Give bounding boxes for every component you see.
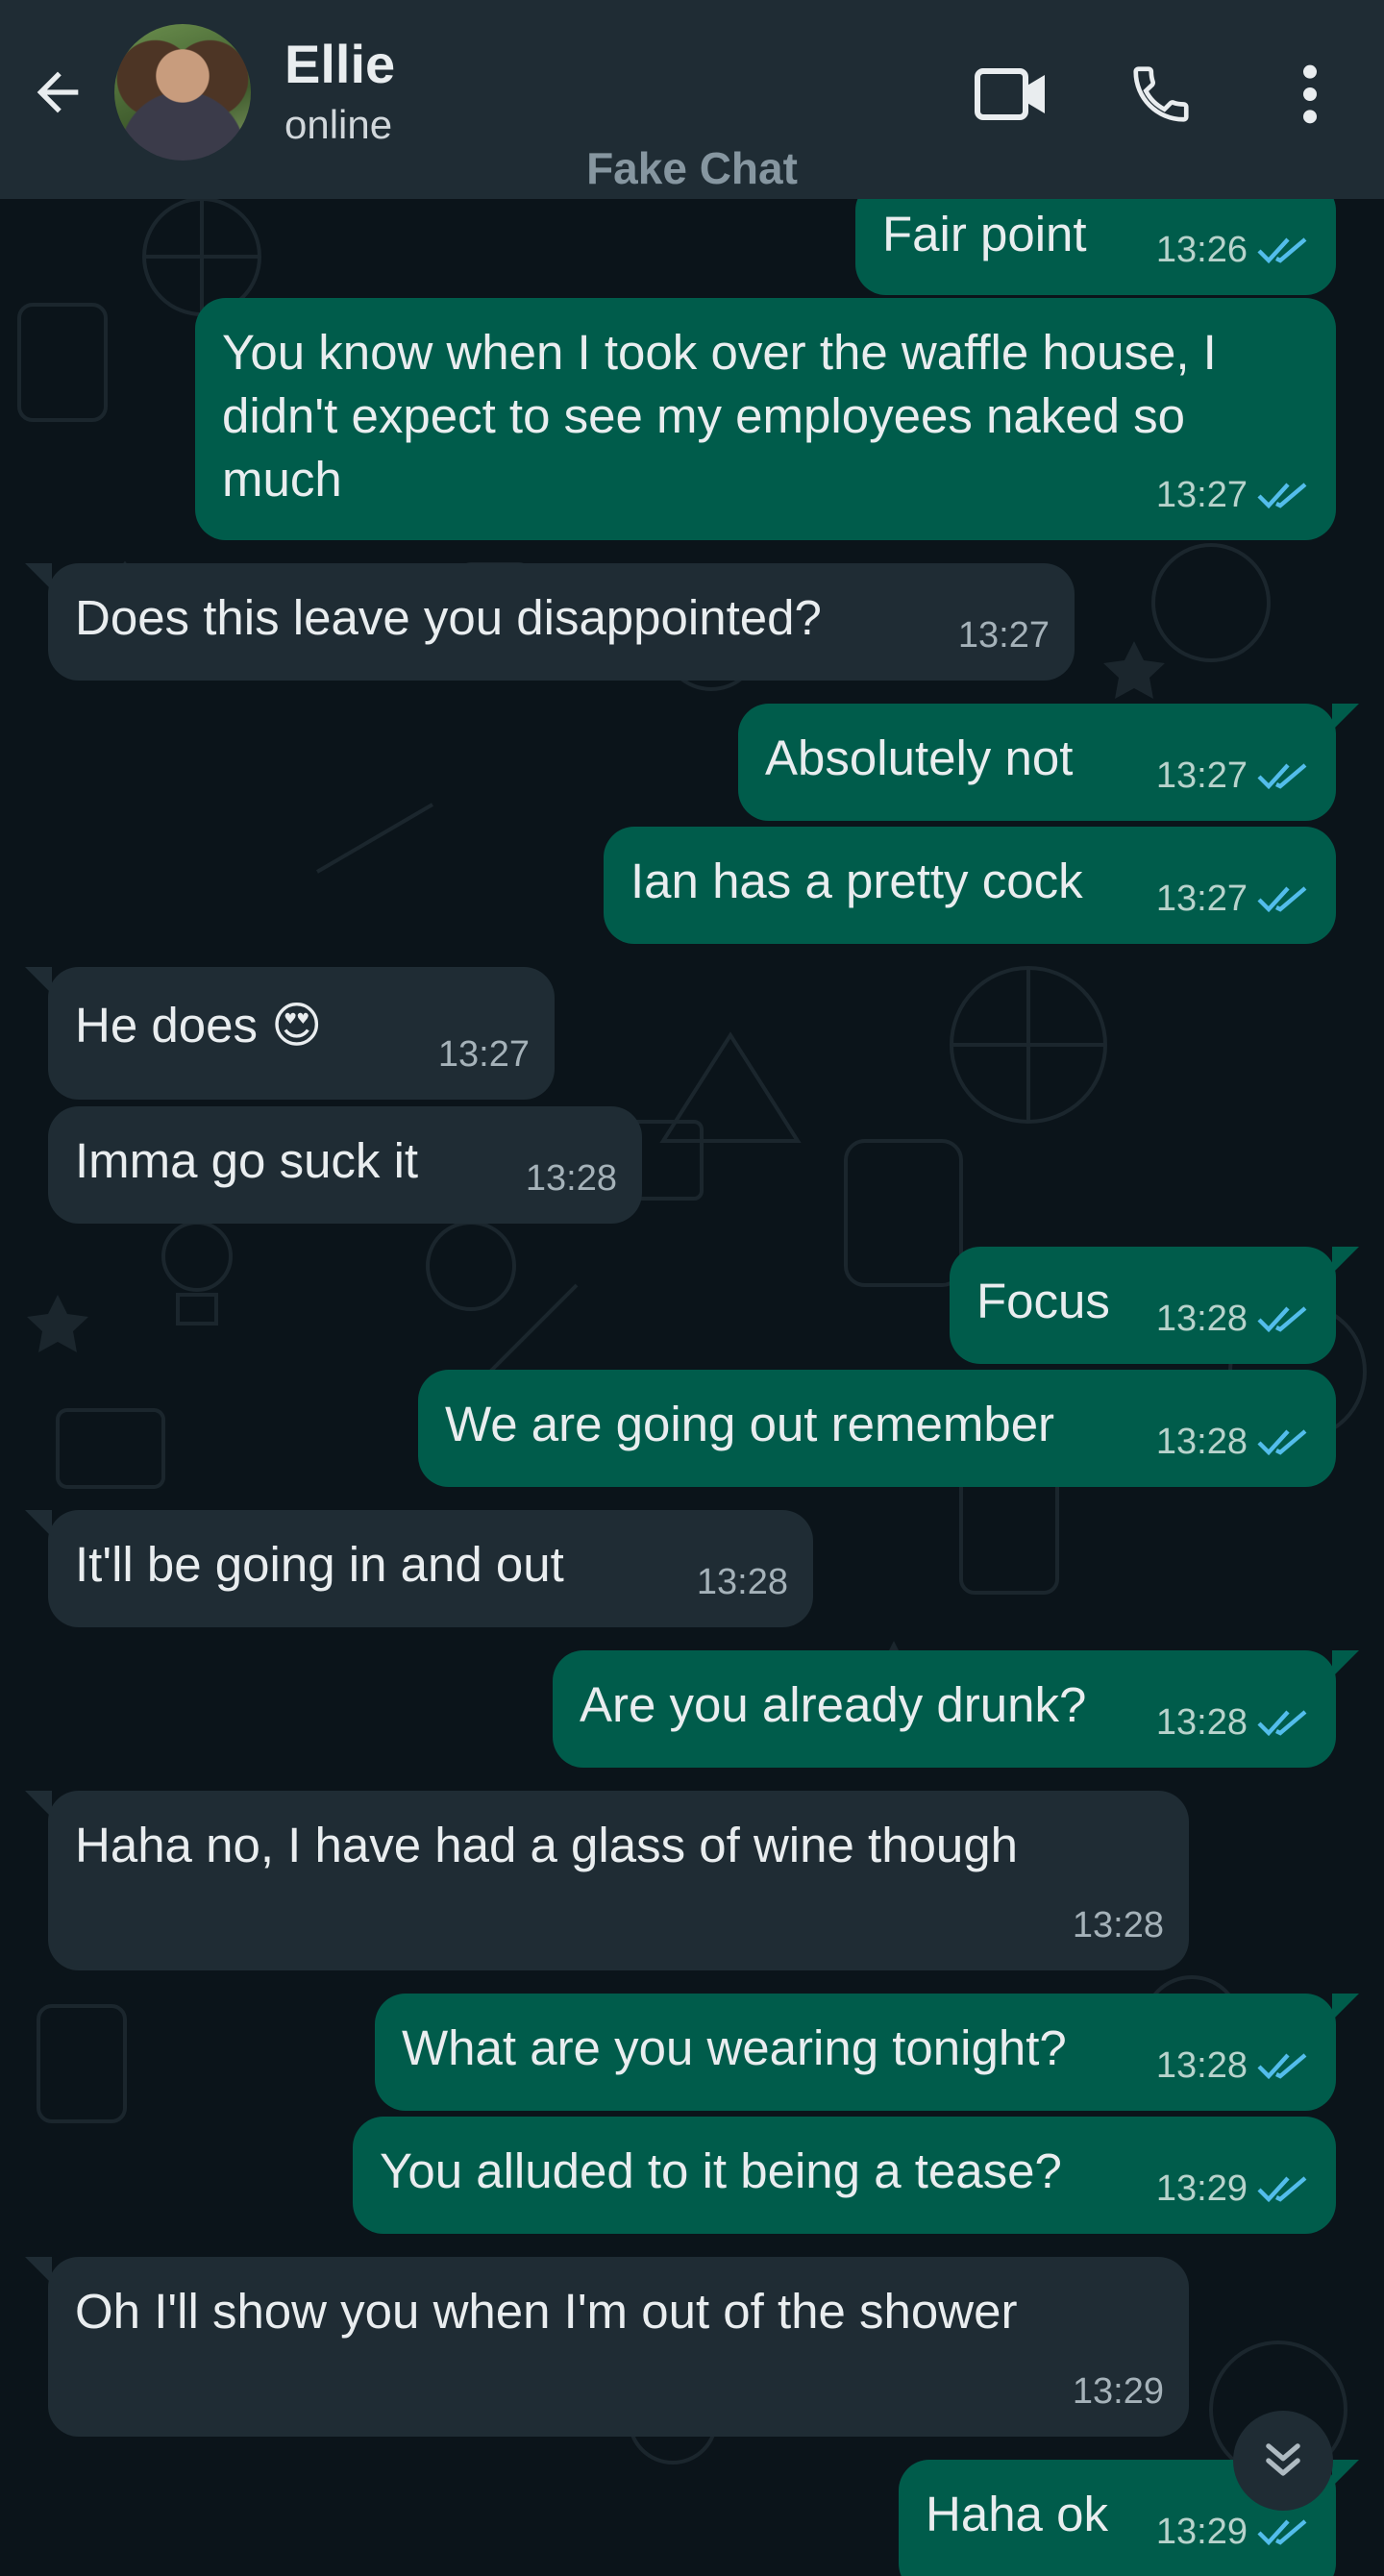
more-vertical-icon: [1303, 64, 1317, 124]
message-time: 13:26: [1155, 230, 1248, 270]
message-bubble-incoming[interactable]: It'll be going in and out 13:28: [25, 1510, 813, 1627]
double-check-icon: [1257, 483, 1307, 509]
phone-icon: [1133, 66, 1189, 122]
message-time: 13:29: [1072, 2371, 1164, 2412]
message-time: 13:28: [696, 1562, 788, 1602]
message-text: Oh I'll show you when I'm out of the sho…: [75, 2284, 1018, 2339]
contact-status: online: [284, 102, 393, 147]
message-time: 13:29: [1155, 2168, 1248, 2209]
double-check-icon: [1257, 2519, 1307, 2546]
message-meta: 13:28: [697, 1550, 788, 1614]
message-text: You know when I took over the waffle hou…: [222, 325, 1217, 507]
message-bubble-incoming[interactable]: Imma go suck it 13:28: [48, 1106, 642, 1224]
message-bubble-outgoing[interactable]: You know when I took over the waffle hou…: [195, 298, 1336, 540]
message-list[interactable]: Fair point 13:26 You know when I took ov…: [0, 199, 1384, 2576]
message-bubble-outgoing[interactable]: Fair point 13:26: [855, 199, 1336, 295]
message-bubble-outgoing[interactable]: You alluded to it being a tease? 13:29: [353, 2117, 1336, 2234]
more-options-button[interactable]: [1264, 48, 1356, 140]
message-meta: 13:29: [1073, 2360, 1164, 2423]
message-time: 13:28: [1155, 2045, 1248, 2086]
message-meta: 13:27: [958, 604, 1050, 667]
message-meta: 13:28: [1156, 1287, 1311, 1350]
message-meta: 13:27: [438, 1023, 530, 1086]
message-time: 13:28: [1155, 1422, 1248, 1462]
double-check-icon: [1257, 2176, 1307, 2203]
message-meta: 13:27: [1156, 463, 1311, 527]
watermark-label: Fake Chat: [586, 143, 798, 193]
message-meta: 13:27: [1156, 744, 1311, 807]
message-time: 13:28: [1155, 1702, 1248, 1743]
message-time: 13:27: [957, 615, 1050, 656]
contact-name[interactable]: Ellie: [284, 33, 395, 95]
message-text: Does this leave you disappointed?: [75, 590, 822, 645]
message-time: 13:27: [1155, 879, 1248, 919]
message-meta: 13:28: [1156, 1691, 1311, 1754]
message-bubble-outgoing[interactable]: Ian has a pretty cock 13:27: [604, 827, 1336, 944]
message-meta: 13:28: [1156, 1410, 1311, 1474]
scroll-to-bottom-button[interactable]: [1233, 2411, 1333, 2511]
double-check-icon: [1257, 1710, 1307, 1737]
message-time: 13:28: [525, 1158, 617, 1199]
voice-call-button[interactable]: [1115, 48, 1207, 140]
double-check-icon: [1257, 2053, 1307, 2080]
message-meta: 13:26: [1156, 218, 1311, 282]
video-camera-icon: [975, 68, 1045, 120]
message-meta: 13:29: [1156, 2157, 1311, 2220]
message-time: 13:29: [1155, 2512, 1248, 2552]
double-check-icon: [1257, 237, 1307, 264]
arrow-left-icon: [37, 71, 79, 113]
message-time: 13:28: [1155, 1299, 1248, 1339]
message-text: It'll be going in and out: [75, 1537, 564, 1592]
message-bubble-outgoing[interactable]: We are going out remember 13:28: [418, 1370, 1336, 1487]
message-meta: 13:28: [526, 1147, 617, 1210]
message-bubble-incoming[interactable]: Oh I'll show you when I'm out of the sho…: [25, 2257, 1189, 2437]
message-bubble-incoming[interactable]: He does 😍 13:27: [25, 967, 555, 1100]
message-time: 13:27: [1155, 755, 1248, 796]
message-time: 13:27: [437, 1034, 530, 1075]
double-check-icon: [1257, 763, 1307, 790]
message-bubble-outgoing[interactable]: Focus 13:28: [950, 1247, 1359, 1364]
double-check-icon: [1257, 1429, 1307, 1456]
video-call-button[interactable]: [966, 48, 1058, 140]
message-bubble-outgoing[interactable]: Are you already drunk? 13:28: [553, 1650, 1359, 1768]
chevron-double-down-icon: [1266, 2443, 1300, 2476]
back-button[interactable]: [21, 56, 94, 129]
message-meta: 13:28: [1156, 2034, 1311, 2097]
message-bubble-incoming[interactable]: Haha no, I have had a glass of wine thou…: [25, 1791, 1189, 1970]
message-text: Haha no, I have had a glass of wine thou…: [75, 1818, 1019, 1872]
message-time: 13:28: [1072, 1905, 1164, 1945]
message-time: 13:27: [1155, 475, 1248, 515]
chat-header: Ellie online Fake Chat: [0, 0, 1384, 199]
message-bubble-outgoing[interactable]: Absolutely not 13:27: [738, 704, 1359, 821]
double-check-icon: [1257, 886, 1307, 913]
message-bubble-incoming[interactable]: Does this leave you disappointed? 13:27: [25, 563, 1075, 681]
double-check-icon: [1257, 1306, 1307, 1333]
message-meta: 13:27: [1156, 867, 1311, 930]
avatar[interactable]: [114, 24, 251, 161]
message-meta: 13:28: [1073, 1894, 1164, 1957]
message-bubble-outgoing[interactable]: What are you wearing tonight? 13:28: [375, 1994, 1359, 2111]
